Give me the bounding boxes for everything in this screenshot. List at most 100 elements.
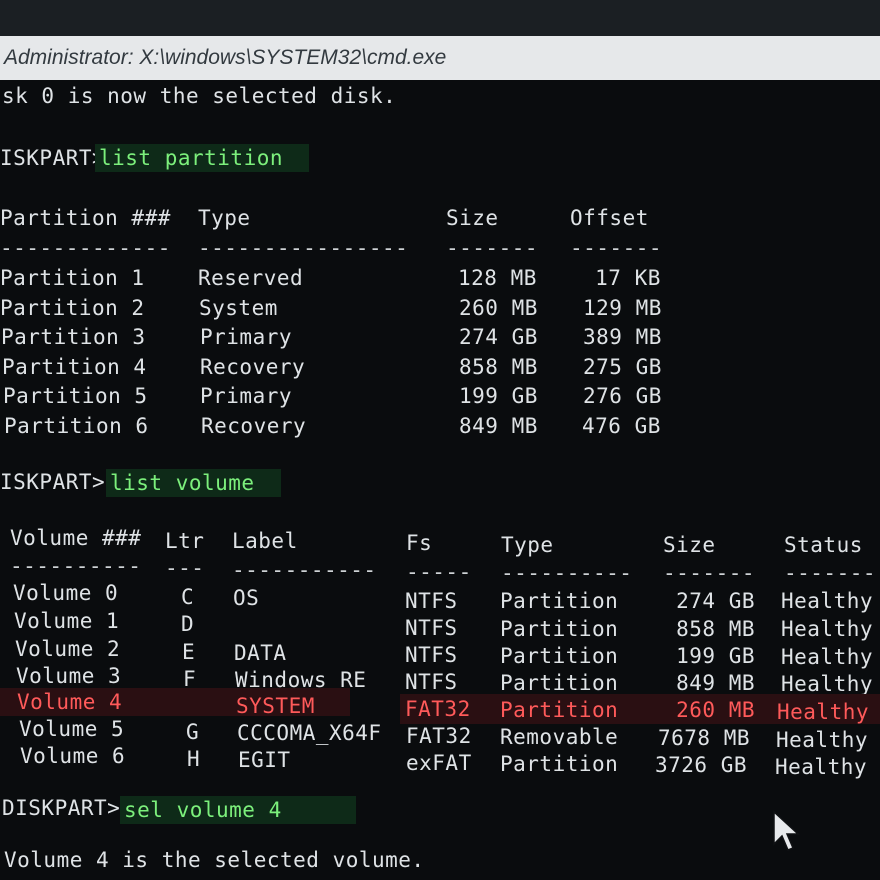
partition-dash: -------	[570, 236, 663, 260]
volume-fs: NTFS	[405, 643, 458, 667]
volume-type: Partition	[500, 698, 619, 722]
volume-type: Partition	[500, 589, 619, 613]
volume-letter: C	[181, 585, 195, 609]
volume-label: OS	[233, 586, 260, 610]
volume-size: 199 GB	[663, 644, 756, 668]
selected-disk-message: sk 0 is now the selected disk.	[2, 84, 397, 108]
volume-letter: E	[182, 640, 196, 664]
diskpart-prompt: ISKPART>	[0, 470, 106, 494]
volume-type: Partition	[500, 644, 619, 668]
screen-top-edge	[0, 0, 880, 36]
partition-size: 260 MB	[459, 296, 538, 320]
volume-type: Removable	[500, 725, 619, 749]
volume-size: 260 MB	[663, 698, 756, 722]
partition-name: Partition 4	[2, 355, 147, 379]
volume-status: Healthy	[781, 617, 874, 641]
volume-size: 858 MB	[663, 617, 756, 641]
partition-header-type: Type	[198, 206, 251, 230]
volume-fs: FAT32	[406, 724, 472, 748]
partition-offset: 129 MB	[583, 296, 662, 320]
volume-label: EGIT	[238, 748, 291, 772]
volume-header-ltr: Ltr	[165, 529, 205, 553]
volume-name: Volume 3	[16, 664, 122, 688]
partition-size: 858 MB	[459, 355, 538, 379]
volume-size: 274 GB	[663, 589, 756, 613]
partition-offset: 276 GB	[583, 384, 662, 408]
partition-dash: -------------	[0, 236, 171, 260]
partition-name: Partition 3	[1, 325, 146, 349]
partition-offset: 476 GB	[582, 414, 661, 438]
volume-label: DATA	[234, 641, 287, 665]
volume-dash: -----------	[232, 558, 377, 582]
partition-name: Partition 5	[3, 384, 148, 408]
volume-size: 7678 MB	[658, 726, 751, 750]
volume-letter: G	[186, 720, 200, 744]
volume-header-fs: Fs	[406, 531, 433, 555]
volume-fs: NTFS	[405, 616, 458, 640]
partition-size: 128 MB	[458, 266, 537, 290]
volume-status: Healthy	[781, 672, 874, 696]
volume-dash: ----------	[501, 561, 633, 585]
volume-header-name: Volume ###	[10, 526, 142, 550]
volume-status: Healthy	[781, 589, 874, 613]
command-list-volume: list volume	[106, 469, 281, 497]
volume-label: CCCOMA_X64F	[237, 721, 382, 745]
partition-name: Partition 2	[0, 296, 145, 320]
volume-header-label: Label	[232, 529, 298, 553]
partition-name: Partition 6	[4, 414, 149, 438]
partition-header-offset: Offset	[570, 206, 649, 230]
diskpart-prompt: ISKPART>	[0, 146, 106, 170]
partition-size: 199 GB	[459, 384, 538, 408]
volume-name: Volume 1	[14, 609, 120, 633]
partition-offset: 389 MB	[583, 325, 662, 349]
partition-size: 274 GB	[459, 325, 538, 349]
volume-status: Healthy	[781, 645, 874, 669]
volume-name: Volume 2	[15, 637, 121, 661]
window-titlebar[interactable]: Administrator: X:\windows\SYSTEM32\cmd.e…	[0, 36, 880, 80]
partition-offset: 17 KB	[582, 266, 661, 290]
volume-status: Healthy	[775, 755, 868, 779]
volume-status: Healthy	[777, 700, 870, 724]
command-select-volume: sel volume 4	[120, 796, 356, 824]
volume-header-size: Size	[663, 533, 716, 557]
volume-header-status: Status	[784, 533, 863, 557]
mouse-pointer-icon	[773, 810, 800, 851]
volume-type: Partition	[500, 671, 619, 695]
selected-volume-message: Volume 4 is the selected volume.	[4, 848, 425, 872]
partition-header-name: Partition ###	[0, 206, 171, 230]
console-output[interactable]: sk 0 is now the selected disk. ISKPART> …	[0, 80, 880, 880]
partition-type: Primary	[200, 384, 293, 408]
volume-letter: H	[187, 747, 201, 771]
volume-size: 3726 GB	[655, 753, 748, 777]
volume-fs: NTFS	[405, 670, 458, 694]
partition-header-size: Size	[446, 206, 499, 230]
volume-dash: -------	[784, 561, 877, 585]
volume-fs: FAT32	[405, 697, 471, 721]
partition-dash: -------	[446, 236, 539, 260]
volume-fs: exFAT	[406, 751, 472, 775]
volume-status: Healthy	[776, 728, 869, 752]
volume-dash: ----------	[10, 554, 142, 578]
volume-name: Volume 4	[17, 690, 123, 714]
partition-offset: 275 GB	[583, 355, 662, 379]
volume-size: 849 MB	[663, 671, 756, 695]
volume-dash: -------	[663, 561, 756, 585]
volume-name: Volume 0	[13, 581, 119, 605]
volume-name: Volume 5	[19, 717, 125, 741]
partition-type: Reserved	[198, 266, 304, 290]
partition-type: System	[199, 296, 278, 320]
volume-header-type: Type	[501, 533, 554, 557]
partition-type: Recovery	[201, 414, 307, 438]
volume-label: SYSTEM	[236, 694, 315, 718]
volume-dash: ---	[165, 556, 205, 580]
partition-name: Partition 1	[0, 266, 145, 290]
command-list-partition: list partition	[95, 144, 310, 172]
partition-size: 849 MB	[459, 414, 538, 438]
volume-type: Partition	[500, 617, 619, 641]
window-title: Administrator: X:\windows\SYSTEM32\cmd.e…	[4, 46, 447, 69]
diskpart-prompt: DISKPART>	[2, 796, 121, 820]
volume-fs: NTFS	[405, 589, 458, 613]
volume-letter: D	[181, 612, 195, 636]
partition-type: Primary	[200, 325, 293, 349]
partition-type: Recovery	[200, 355, 306, 379]
